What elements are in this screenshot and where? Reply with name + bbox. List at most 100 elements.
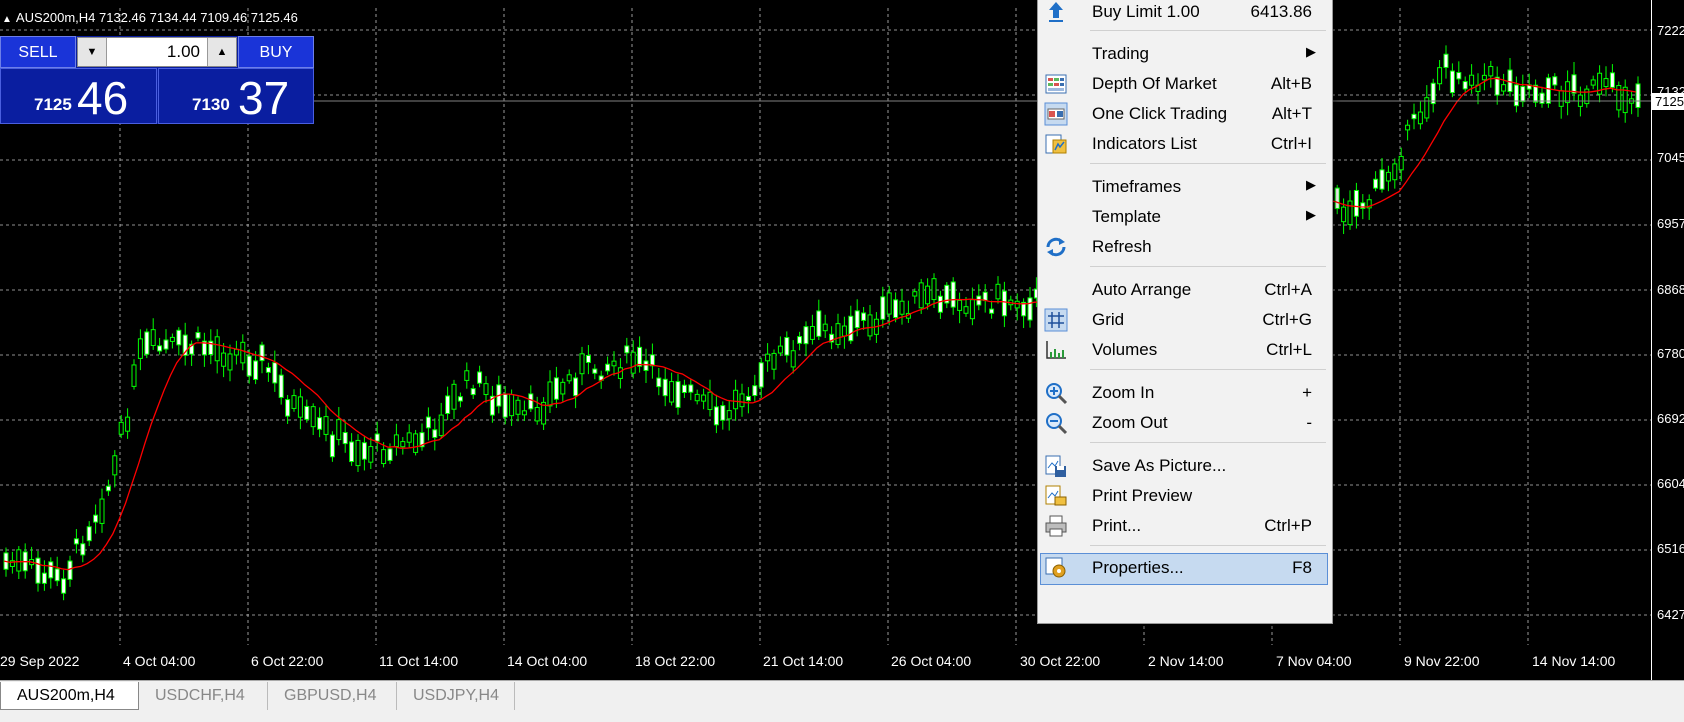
collapse-triangle-icon[interactable]: ▲ <box>2 14 12 25</box>
menu-label: Grid <box>1092 310 1125 329</box>
lot-increase-icon[interactable]: ▲ <box>207 38 236 66</box>
candle-body <box>67 560 73 580</box>
menu-item-save-as-picture[interactable]: Save As Picture... <box>1040 451 1328 481</box>
buy-limit-arrow-icon <box>1049 2 1063 22</box>
candle-body <box>502 393 508 418</box>
candle-body <box>784 337 790 356</box>
candle-body <box>310 406 316 428</box>
chart-area[interactable]: ▲ AUS200m,H4 7132.46 7134.44 7109.46 7125… <box>0 0 1684 680</box>
menu-item-volumes[interactable]: Volumes Ctrl+L <box>1040 335 1328 365</box>
candle-body <box>643 360 649 371</box>
menu-item-indicators-list[interactable]: Indicators List Ctrl+I <box>1040 129 1328 159</box>
menu-shortcut: Alt+T <box>1271 104 1312 123</box>
candle-body <box>630 351 636 374</box>
time-label: 4 Oct 04:00 <box>123 653 196 669</box>
candle-body <box>880 296 886 320</box>
candle-body <box>1545 77 1551 104</box>
menu-item-refresh[interactable]: Refresh <box>1040 232 1328 262</box>
sell-price-large: 46 <box>77 72 129 124</box>
menu-item-grid[interactable]: Grid Ctrl+G <box>1040 305 1328 335</box>
candle-body <box>976 295 982 306</box>
time-label: 14 Oct 04:00 <box>507 653 588 669</box>
menu-shortcut: 6413.86 <box>1250 2 1312 21</box>
zoom-out-icon <box>1046 413 1068 435</box>
menu-item-auto-arrange[interactable]: Auto Arrange Ctrl+A <box>1040 275 1328 305</box>
tab-usdjpy-h4[interactable]: USDJPY,H4 <box>397 682 515 710</box>
candle-body <box>1520 86 1526 103</box>
price-label: 6692 <box>1657 411 1684 426</box>
candle-body <box>1501 84 1507 92</box>
menu-item-zoom-out[interactable]: Zoom Out - <box>1040 408 1328 438</box>
menu-label: Auto Arrange <box>1092 280 1192 299</box>
time-label: 2 Nov 14:00 <box>1148 653 1224 669</box>
candle-body <box>585 355 591 363</box>
menu-label: Buy Limit 1.00 <box>1092 2 1200 21</box>
candle-body <box>893 299 899 319</box>
candle-body <box>195 332 201 339</box>
candle-body <box>1334 187 1340 210</box>
menu-item-buy-limit[interactable]: Buy Limit 1.00 6413.86 <box>1040 0 1328 27</box>
candle-body <box>1411 113 1417 120</box>
candle-body <box>1398 155 1404 171</box>
menu-item-properties[interactable]: Properties... F8 <box>1040 553 1328 585</box>
candle-body <box>937 295 943 313</box>
menu-label: Refresh <box>1092 237 1152 256</box>
buy-price-large: 37 <box>238 72 290 124</box>
menu-separator <box>1090 369 1326 370</box>
candle-body <box>694 393 700 402</box>
lot-size-input[interactable]: 1.00 <box>167 38 200 66</box>
buy-button[interactable]: BUY <box>238 36 314 68</box>
candle-body <box>765 353 771 362</box>
candle-body <box>790 350 796 368</box>
candle-body <box>1590 79 1596 86</box>
candle-body <box>93 514 99 523</box>
candle-body <box>35 557 41 584</box>
candle-body <box>867 314 873 337</box>
candle-body <box>1001 290 1007 317</box>
candle-body <box>99 498 105 524</box>
tab-gbpusd-h4[interactable]: GBPUSD,H4 <box>268 682 397 710</box>
candle-body <box>157 345 163 352</box>
candle-body <box>816 310 822 337</box>
candle-body <box>425 416 431 429</box>
time-label: 26 Oct 04:00 <box>891 653 972 669</box>
candle-body <box>605 363 611 372</box>
lot-decrease-icon[interactable]: ▼ <box>78 38 107 66</box>
tab-usdchf-h4[interactable]: USDCHF,H4 <box>139 682 268 710</box>
candle-body <box>560 381 566 395</box>
menu-item-one-click-trading[interactable]: One Click Trading Alt+T <box>1040 99 1328 129</box>
menu-item-timeframes[interactable]: Timeframes ▶ <box>1040 172 1328 202</box>
candle-body <box>1469 74 1475 86</box>
menu-item-trading[interactable]: Trading ▶ <box>1040 39 1328 69</box>
candle-body <box>726 410 732 420</box>
menu-item-depth-of-market[interactable]: Depth Of Market Alt+B <box>1040 69 1328 99</box>
menu-label: Print Preview <box>1092 486 1193 505</box>
menu-item-template[interactable]: Template ▶ <box>1040 202 1328 232</box>
time-label: 7 Nov 04:00 <box>1276 653 1352 669</box>
candle-body <box>566 374 572 382</box>
tab-aus200m-h4[interactable]: AUS200m,H4 <box>0 682 139 710</box>
candle-body <box>771 352 777 370</box>
candle-body <box>1571 74 1577 94</box>
candle-body <box>1347 200 1353 226</box>
buy-price-button[interactable]: 7130 37 <box>158 68 314 124</box>
candle-body <box>368 446 374 463</box>
sell-button[interactable]: SELL <box>0 36 76 68</box>
menu-item-zoom-in[interactable]: Zoom In + <box>1040 378 1328 408</box>
menu-separator <box>1090 545 1326 546</box>
candle-body <box>349 441 355 463</box>
candle-body <box>669 381 675 403</box>
menu-item-print[interactable]: Print... Ctrl+P <box>1040 511 1328 541</box>
candle-body <box>989 308 995 314</box>
candle-body <box>432 429 438 438</box>
candle-body <box>48 561 54 579</box>
menu-label: Indicators List <box>1092 134 1197 153</box>
candle-body <box>739 393 745 408</box>
candle-body <box>861 312 867 321</box>
current-price-tag: 7125 <box>1651 93 1684 110</box>
candle-body <box>777 345 783 354</box>
lot-size-stepper[interactable]: ▼ 1.00 ▲ <box>77 37 237 67</box>
menu-item-print-preview[interactable]: Print Preview <box>1040 481 1328 511</box>
sell-price-button[interactable]: 7125 46 <box>0 68 157 124</box>
menu-label: Volumes <box>1092 340 1158 359</box>
